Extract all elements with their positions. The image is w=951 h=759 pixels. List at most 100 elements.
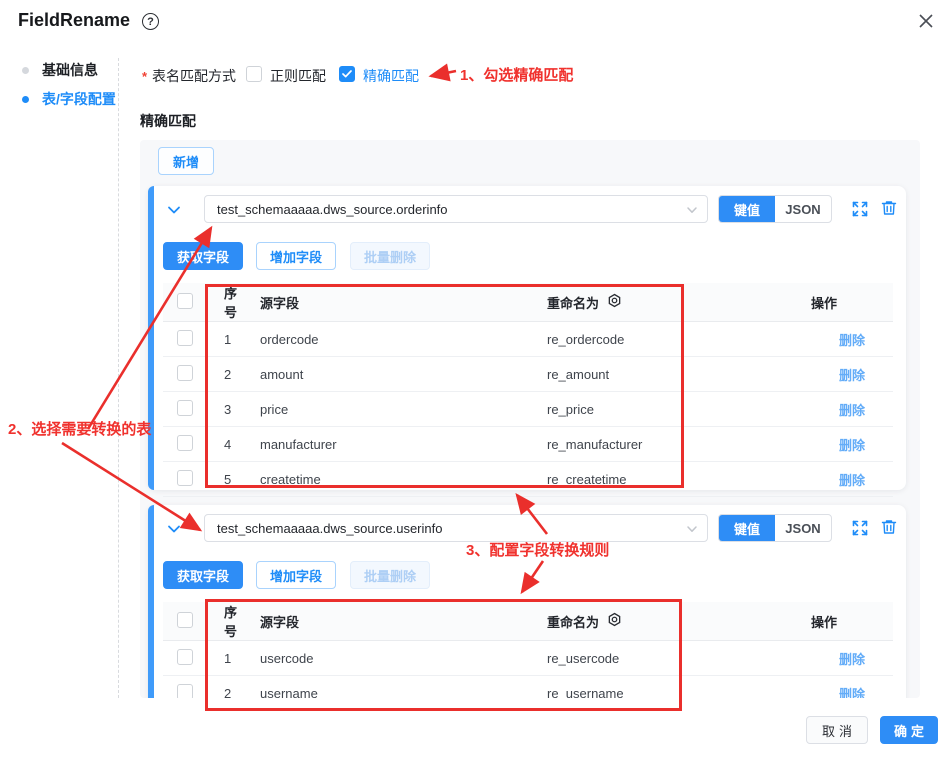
card-accent-bar (148, 505, 154, 698)
exact-match-section-title: 精确匹配 (140, 111, 196, 131)
cell-index: 2 (207, 357, 247, 392)
match-mode-label: 表名匹配方式 (152, 66, 236, 86)
col-header-action: 操作 (811, 602, 893, 641)
mode-segmented-control: 键值 JSON (718, 195, 832, 223)
row-checkbox[interactable] (177, 435, 193, 451)
sidebar-item-basic-info[interactable]: 基础信息 (22, 60, 98, 80)
annotation-step1: 1、勾选精确匹配 (460, 64, 573, 85)
mode-keyvalue-button[interactable]: 键值 (719, 196, 775, 222)
delete-row-link[interactable]: 删除 (839, 438, 865, 453)
row-checkbox[interactable] (177, 470, 193, 486)
col-header-rename: 重命名为 (547, 612, 599, 631)
cell-index: 2 (207, 676, 247, 699)
collapse-chevron-icon[interactable] (165, 520, 183, 538)
table-row: 2 amount re_amount 删除 (163, 357, 893, 392)
table-name-select[interactable]: test_schemaaaaa.dws_source.userinfo (204, 514, 708, 542)
row-checkbox[interactable] (177, 365, 193, 381)
table-row: 4 manufacturer re_manufacturer 删除 (163, 427, 893, 462)
batch-delete-button[interactable]: 批量删除 (350, 561, 430, 589)
delete-row-link[interactable]: 删除 (839, 687, 865, 699)
exact-match-label: 精确匹配 (363, 66, 419, 86)
cell-source-field: username (247, 676, 534, 699)
table-row: 3 price re_price 删除 (163, 392, 893, 427)
table-row: 1 ordercode re_ordercode 删除 (163, 322, 893, 357)
table-name-select[interactable]: test_schemaaaaa.dws_source.orderinfo (204, 195, 708, 223)
trash-icon[interactable] (880, 518, 898, 536)
cell-index: 1 (207, 641, 247, 676)
cell-rename-field[interactable]: re_createtime (534, 462, 811, 497)
regex-match-checkbox[interactable] (246, 66, 262, 82)
col-header-index: 序号 (207, 283, 247, 322)
table-header-row: 序号 源字段 重命名为 操作 (163, 602, 893, 641)
row-checkbox[interactable] (177, 649, 193, 665)
step-bullet-icon (22, 67, 29, 74)
exact-match-checkbox[interactable] (339, 66, 355, 82)
cell-rename-field[interactable]: re_amount (534, 357, 811, 392)
mode-json-button[interactable]: JSON (775, 515, 831, 541)
close-icon[interactable] (916, 11, 936, 31)
sidebar-item-label: 基础信息 (42, 60, 98, 80)
field-rename-dialog: FieldRename ? 基础信息 表/字段配置 * 表名匹配方式 正则匹配 … (0, 0, 951, 759)
cell-source-field: amount (247, 357, 534, 392)
select-all-checkbox[interactable] (177, 293, 193, 309)
regex-match-label: 正则匹配 (270, 66, 326, 86)
cell-source-field: price (247, 392, 534, 427)
row-checkbox[interactable] (177, 400, 193, 416)
table-header-row: 序号 源字段 重命名为 操作 (163, 283, 893, 322)
cell-rename-field[interactable]: re_usercode (534, 641, 811, 676)
gear-icon[interactable] (607, 612, 622, 630)
expand-icon[interactable] (851, 200, 869, 218)
cell-rename-field[interactable]: re_price (534, 392, 811, 427)
sidebar-item-label: 表/字段配置 (42, 89, 116, 109)
cell-index: 3 (207, 392, 247, 427)
expand-icon[interactable] (851, 519, 869, 537)
fetch-fields-button[interactable]: 获取字段 (163, 242, 243, 270)
delete-row-link[interactable]: 删除 (839, 368, 865, 383)
cell-source-field: manufacturer (247, 427, 534, 462)
page-title: FieldRename (18, 10, 130, 31)
required-mark: * (142, 69, 147, 84)
collapse-chevron-icon[interactable] (165, 201, 183, 219)
exact-match-panel: 新增 test_schemaaaaa.dws_source.orderinfo … (140, 140, 920, 698)
delete-row-link[interactable]: 删除 (839, 333, 865, 348)
confirm-button[interactable]: 确定 (880, 716, 938, 744)
row-checkbox[interactable] (177, 330, 193, 346)
cell-source-field: usercode (247, 641, 534, 676)
fetch-fields-button[interactable]: 获取字段 (163, 561, 243, 589)
mode-json-button[interactable]: JSON (775, 196, 831, 222)
table-config-card-orderinfo: test_schemaaaaa.dws_source.orderinfo 键值 … (148, 186, 906, 490)
help-icon[interactable]: ? (142, 13, 159, 30)
add-table-button[interactable]: 新增 (158, 147, 214, 175)
mode-keyvalue-button[interactable]: 键值 (719, 515, 775, 541)
cell-rename-field[interactable]: re_username (534, 676, 811, 699)
table-row: 5 createtime re_createtime 删除 (163, 462, 893, 497)
sidebar-divider (118, 58, 119, 698)
field-mapping-table: 序号 源字段 重命名为 操作 (163, 602, 893, 698)
cell-rename-field[interactable]: re_manufacturer (534, 427, 811, 462)
delete-row-link[interactable]: 删除 (839, 403, 865, 418)
col-header-source: 源字段 (247, 602, 534, 641)
cancel-button[interactable]: 取消 (806, 716, 868, 744)
chevron-down-icon (686, 204, 698, 219)
step-bullet-icon (22, 96, 29, 103)
batch-delete-button[interactable]: 批量删除 (350, 242, 430, 270)
gear-icon[interactable] (607, 293, 622, 311)
cell-rename-field[interactable]: re_ordercode (534, 322, 811, 357)
delete-row-link[interactable]: 删除 (839, 652, 865, 667)
cell-index: 1 (207, 322, 247, 357)
table-row: 2 username re_username 删除 (163, 676, 893, 699)
cell-source-field: createtime (247, 462, 534, 497)
chevron-down-icon (686, 523, 698, 538)
add-field-button[interactable]: 增加字段 (256, 242, 336, 270)
col-header-index: 序号 (207, 602, 247, 641)
trash-icon[interactable] (880, 199, 898, 217)
cell-index: 4 (207, 427, 247, 462)
add-field-button[interactable]: 增加字段 (256, 561, 336, 589)
select-all-checkbox[interactable] (177, 612, 193, 628)
delete-row-link[interactable]: 删除 (839, 473, 865, 488)
table-row: 1 usercode re_usercode 删除 (163, 641, 893, 676)
row-checkbox[interactable] (177, 684, 193, 699)
sidebar-item-table-field-config[interactable]: 表/字段配置 (22, 89, 116, 109)
cell-source-field: ordercode (247, 322, 534, 357)
table-config-card-userinfo: test_schemaaaaa.dws_source.userinfo 键值 J… (148, 505, 906, 698)
